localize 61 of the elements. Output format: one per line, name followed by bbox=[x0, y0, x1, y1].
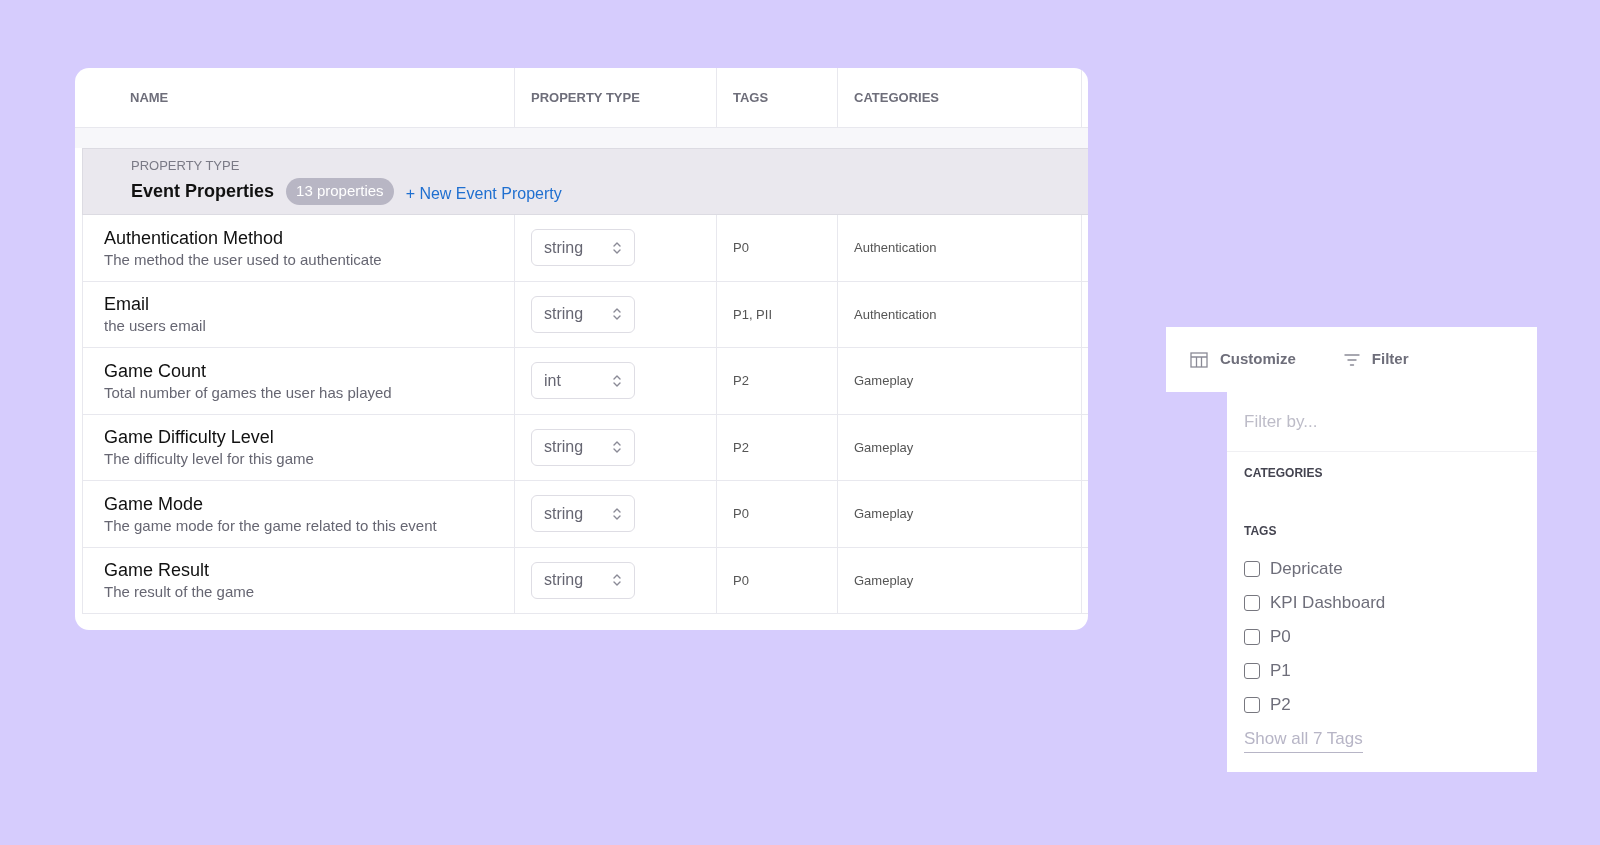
property-name: Authentication Method bbox=[104, 226, 285, 250]
category-text: Authentication bbox=[854, 239, 937, 257]
chevron-updown-icon bbox=[612, 373, 622, 388]
type-select[interactable]: string bbox=[531, 428, 635, 466]
property-description: The game mode for the game related to this event bbox=[104, 515, 438, 536]
type-select[interactable]: string bbox=[531, 229, 635, 267]
tag-option[interactable]: Depricate bbox=[1244, 552, 1520, 586]
checkbox[interactable] bbox=[1244, 663, 1260, 679]
category-text: Gameplay bbox=[854, 438, 914, 457]
property-name: Game Difficulty Level bbox=[104, 426, 275, 450]
chevron-updown-icon bbox=[612, 240, 622, 255]
category-text: Gameplay bbox=[854, 571, 914, 590]
tag-option[interactable]: P2 bbox=[1244, 688, 1520, 722]
property-name: Game Count bbox=[104, 359, 208, 383]
type-select[interactable]: string bbox=[531, 295, 635, 333]
new-property-link[interactable]: + New Event Property bbox=[405, 181, 562, 206]
category-text: Gameplay bbox=[854, 505, 914, 523]
chevron-updown-icon bbox=[612, 440, 622, 455]
property-name: Game Mode bbox=[104, 492, 205, 516]
checkbox[interactable] bbox=[1244, 561, 1260, 577]
type-select[interactable]: string bbox=[531, 495, 635, 533]
tags-text: P2 bbox=[733, 372, 749, 390]
tags-text: P0 bbox=[733, 505, 749, 523]
customize-button[interactable]: Customize bbox=[1190, 348, 1296, 371]
chevron-updown-icon bbox=[612, 307, 622, 322]
section-title: CATEGORIES bbox=[1244, 465, 1324, 482]
column-header: CATEGORIES bbox=[854, 88, 939, 107]
tags-text: P0 bbox=[733, 571, 749, 590]
column-header: TAGS bbox=[733, 88, 769, 107]
filter-icon bbox=[1343, 352, 1360, 367]
group-title: Event Properties bbox=[131, 180, 275, 203]
table-icon bbox=[1190, 351, 1208, 368]
property-description: the users email bbox=[104, 316, 207, 337]
chevron-updown-icon bbox=[612, 573, 622, 588]
tags-text: P0 bbox=[733, 239, 749, 257]
type-select[interactable]: string bbox=[531, 561, 635, 599]
filter-search-field[interactable]: Filter by... bbox=[1227, 392, 1537, 452]
checkbox[interactable] bbox=[1244, 697, 1260, 713]
category-text: Gameplay bbox=[854, 372, 914, 390]
property-description: The result of the game bbox=[104, 582, 256, 603]
tags-text: P1, PII bbox=[733, 305, 773, 324]
tag-option[interactable]: KPI Dashboard bbox=[1244, 586, 1520, 620]
tag-option[interactable]: P0 bbox=[1244, 620, 1520, 654]
column-header: NAME bbox=[130, 88, 169, 107]
tags-text: P2 bbox=[733, 438, 749, 457]
section-title: TAGS bbox=[1244, 523, 1278, 540]
tag-option[interactable]: P1 bbox=[1244, 654, 1520, 688]
category-text: Authentication bbox=[854, 305, 937, 324]
group-label: PROPERTY TYPE bbox=[131, 157, 241, 174]
count-badge: 13 properties bbox=[286, 178, 394, 205]
property-name: Email bbox=[104, 293, 150, 317]
column-header: PROPERTY TYPE bbox=[531, 88, 640, 107]
chevron-updown-icon bbox=[612, 506, 622, 521]
type-select[interactable]: int bbox=[531, 362, 635, 400]
property-name: Game Result bbox=[104, 559, 211, 583]
checkbox[interactable] bbox=[1244, 595, 1260, 611]
checkbox[interactable] bbox=[1244, 629, 1260, 645]
property-description: The method the user used to authenticate bbox=[104, 249, 383, 270]
property-description: The difficulty level for this game bbox=[104, 449, 315, 470]
filter-button[interactable]: Filter bbox=[1343, 348, 1409, 371]
property-description: Total number of games the user has played bbox=[104, 382, 393, 403]
